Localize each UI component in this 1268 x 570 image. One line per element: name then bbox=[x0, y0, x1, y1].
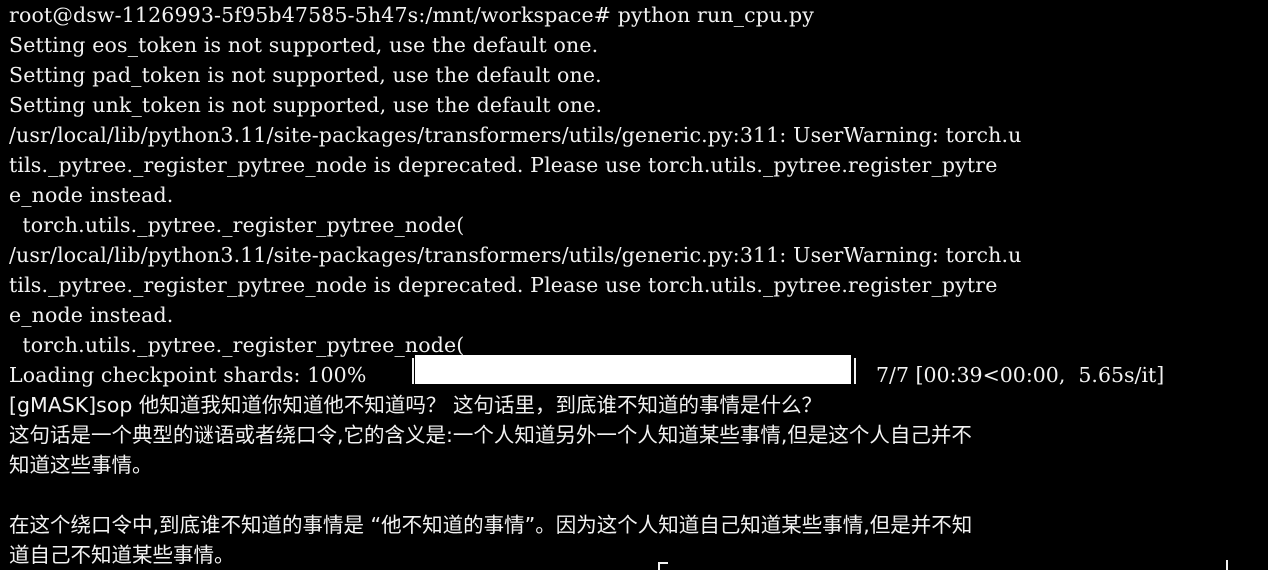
warning-line: e_node instead. bbox=[9, 303, 174, 327]
scrollbar-tick[interactable] bbox=[1226, 560, 1228, 570]
model-output-line: 道自己不知道某些事情。 bbox=[9, 543, 235, 567]
output-line: Setting eos_token is not supported, use … bbox=[9, 33, 599, 57]
progress-bar-fill bbox=[415, 355, 851, 384]
model-output-line: [gMASK]sop 他知道我知道你知道他不知道吗？ 这句话里，到底谁不知道的事… bbox=[9, 393, 822, 417]
output-line: Setting pad_token is not supported, use … bbox=[9, 63, 602, 87]
progress-bar-right-edge bbox=[854, 358, 856, 384]
warning-line: /usr/local/lib/python3.11/site-packages/… bbox=[9, 123, 1022, 147]
model-output-line: 知道这些事情。 bbox=[9, 453, 153, 477]
progress-bar-left-edge bbox=[412, 358, 414, 384]
warning-line: torch.utils._pytree._register_pytree_nod… bbox=[9, 333, 465, 357]
warning-line: torch.utils._pytree._register_pytree_nod… bbox=[9, 213, 465, 237]
warning-line: /usr/local/lib/python3.11/site-packages/… bbox=[9, 243, 1022, 267]
model-output-line: 在这个绕口令中,到底谁不知道的事情是 “他不知道的事情”。因为这个人知道自己知道… bbox=[9, 513, 973, 537]
warning-line: tils._pytree._register_pytree_node is de… bbox=[9, 273, 998, 297]
output-line: Setting unk_token is not supported, use … bbox=[9, 93, 603, 117]
progress-bar bbox=[415, 355, 851, 384]
progress-stats: 7/7 [00:39<00:00, 5.65s/it] bbox=[876, 363, 1165, 387]
terminal-window[interactable]: root@dsw-1126993-5f95b47585-5h47s:/mnt/w… bbox=[0, 0, 1268, 570]
model-output-line: 这句话是一个典型的谜语或者绕口令,它的含义是:一个人知道另外一个人知道某些事情,… bbox=[9, 423, 972, 447]
warning-line: e_node instead. bbox=[9, 183, 174, 207]
command-prompt-line: root@dsw-1126993-5f95b47585-5h47s:/mnt/w… bbox=[9, 3, 815, 27]
progress-label: Loading checkpoint shards: 100% bbox=[9, 363, 367, 387]
text-cursor-icon bbox=[658, 562, 668, 570]
warning-line: tils._pytree._register_pytree_node is de… bbox=[9, 153, 998, 177]
